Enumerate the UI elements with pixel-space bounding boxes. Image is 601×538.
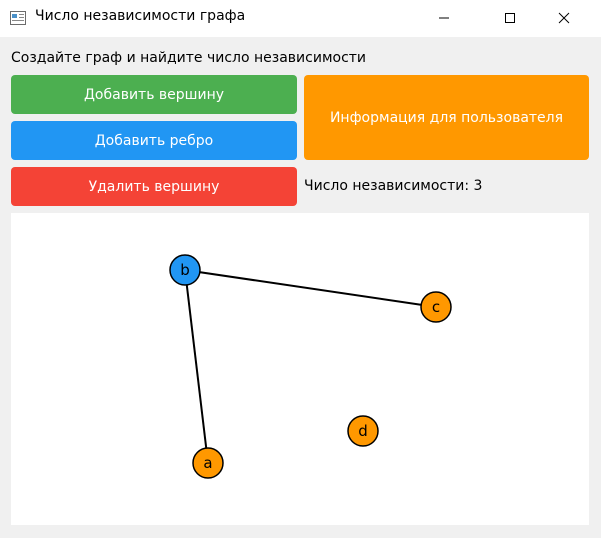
graph-node-d[interactable]: d	[347, 415, 379, 447]
user-info-button[interactable]: Информация для пользователя	[304, 75, 589, 160]
graph-edge-b-c[interactable]	[184, 269, 437, 308]
minimize-button[interactable]	[421, 0, 467, 37]
add-vertex-button[interactable]: Добавить вершину	[11, 75, 297, 114]
graph-canvas[interactable]: b c a d	[11, 213, 589, 525]
close-icon	[558, 12, 570, 24]
graph-node-label: a	[203, 454, 212, 472]
graph-node-a[interactable]: a	[192, 447, 224, 479]
add-edge-button[interactable]: Добавить ребро	[11, 121, 297, 160]
close-button[interactable]	[541, 0, 587, 37]
delete-vertex-button[interactable]: Удалить вершину	[11, 167, 297, 206]
graph-node-label: c	[432, 298, 440, 316]
graph-node-b[interactable]: b	[169, 254, 201, 286]
graph-node-label: b	[180, 261, 190, 279]
independence-number-label: Число независимости: 3	[304, 178, 483, 194]
graph-svg[interactable]: b c a d	[11, 213, 589, 525]
instruction-label: Создайте граф и найдите число независимо…	[11, 50, 367, 66]
app-icon	[10, 11, 26, 25]
maximize-icon	[505, 13, 515, 23]
graph-node-label: d	[358, 422, 368, 440]
minimize-icon	[439, 17, 449, 19]
graph-node-c[interactable]: c	[420, 291, 452, 323]
title-bar: Число независимости графа	[0, 0, 601, 37]
graph-edge-b-a[interactable]	[184, 269, 209, 464]
maximize-button[interactable]	[487, 0, 533, 37]
app-window: Число независимости графа Создайте граф …	[0, 0, 601, 538]
window-title: Число независимости графа	[35, 8, 246, 24]
